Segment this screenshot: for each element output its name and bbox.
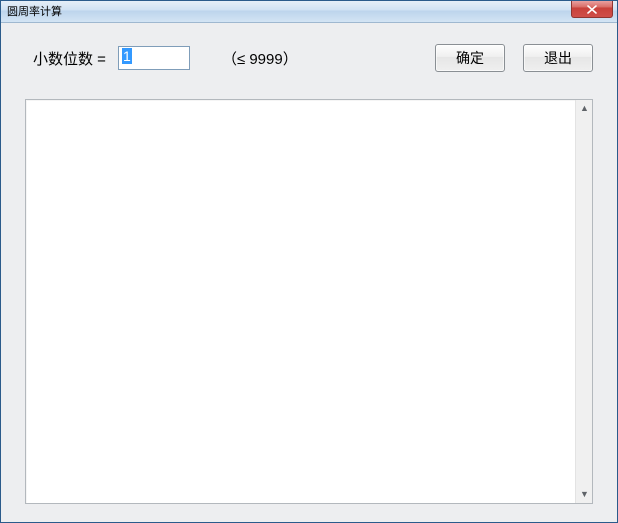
output-panel: ▲ ▼	[25, 99, 593, 504]
digits-input[interactable]: 1	[118, 46, 190, 70]
titlebar: 圆周率计算	[1, 1, 617, 23]
close-icon	[587, 5, 597, 14]
ok-button-label: 确定	[456, 48, 484, 68]
output-textarea[interactable]	[26, 100, 575, 503]
client-area: 小数位数 = 1 （≤ 9999） 确定 退出 ▲ ▼	[1, 23, 617, 522]
ok-button[interactable]: 确定	[435, 44, 505, 72]
digits-input-value: 1	[122, 48, 132, 64]
window-title: 圆周率计算	[7, 1, 62, 23]
chevron-down-icon: ▼	[580, 490, 589, 499]
digits-label: 小数位数 =	[33, 48, 106, 69]
exit-button-label: 退出	[544, 48, 572, 68]
scroll-down-arrow[interactable]: ▼	[576, 486, 593, 503]
input-row: 小数位数 = 1 （≤ 9999） 确定 退出	[25, 41, 593, 75]
digits-hint: （≤ 9999）	[222, 48, 298, 69]
close-button[interactable]	[571, 1, 613, 18]
chevron-up-icon: ▲	[580, 104, 589, 113]
exit-button[interactable]: 退出	[523, 44, 593, 72]
titlebar-buttons	[571, 1, 617, 22]
window-frame: 圆周率计算 小数位数 = 1 （≤ 9999） 确定 退出	[0, 0, 618, 523]
scroll-up-arrow[interactable]: ▲	[576, 100, 593, 117]
vertical-scrollbar[interactable]: ▲ ▼	[575, 100, 592, 503]
